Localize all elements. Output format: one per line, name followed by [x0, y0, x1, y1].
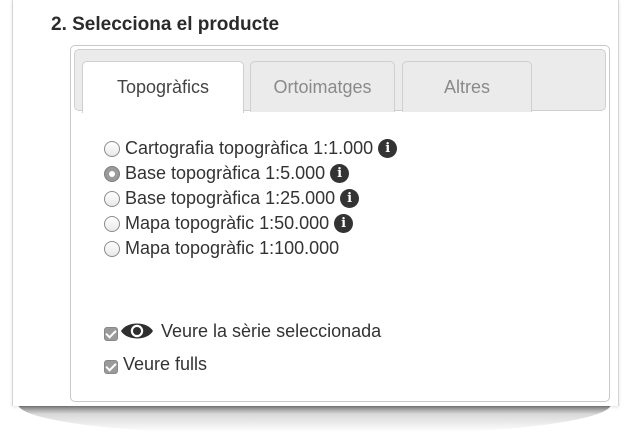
tab-altres[interactable]: Altres — [402, 61, 532, 112]
product-option-100000[interactable]: Mapa topogràfic 1:100.000 — [104, 236, 397, 261]
eye-icon — [121, 323, 153, 339]
product-label: Cartografia topogràfica 1:1.000 — [125, 138, 374, 158]
product-radio-group: Cartografia topogràfica 1:1.000 i Base t… — [104, 136, 398, 261]
tab-topografics[interactable]: Topogràfics — [82, 61, 244, 113]
product-option-50000[interactable]: Mapa topogràfic 1:50.000 i — [104, 211, 397, 236]
product-option-5000[interactable]: Base topogràfica 1:5.000 i — [104, 161, 397, 186]
view-series-label: Veure la sèrie seleccionada — [161, 320, 382, 341]
page-bottom-shadow — [18, 404, 611, 434]
view-options: Veure la sèrie seleccionada Veure fulls — [104, 314, 381, 379]
tab-strip: Topogràfics Ortoimatges Altres — [74, 49, 606, 113]
view-sheets-checkbox[interactable] — [104, 360, 118, 374]
info-icon[interactable]: i — [378, 139, 398, 158]
product-label: Mapa topogràfic 1:100.000 — [125, 238, 340, 258]
view-series-checkbox[interactable] — [104, 327, 118, 341]
view-sheets-label: Veure fulls — [123, 353, 208, 374]
view-sheets-option[interactable]: Veure fulls — [104, 349, 381, 379]
info-icon[interactable]: i — [340, 189, 360, 208]
product-label: Mapa topogràfic 1:50.000 — [125, 213, 330, 233]
product-option-25000[interactable]: Base topogràfica 1:25.000 i — [104, 186, 397, 211]
product-panel: Topogràfics Ortoimatges Altres Cartograf… — [70, 45, 610, 402]
product-selection-card: 2. Selecciona el producte Topogràfics Or… — [12, 0, 619, 406]
radio-button[interactable] — [104, 140, 120, 157]
tab-ortoimatges[interactable]: Ortoimatges — [250, 61, 395, 112]
product-label: Base topogràfica 1:5.000 — [125, 163, 326, 183]
info-icon[interactable]: i — [330, 164, 350, 183]
radio-button[interactable] — [104, 215, 120, 232]
product-label: Base topogràfica 1:25.000 — [125, 188, 336, 208]
view-series-option[interactable]: Veure la sèrie seleccionada — [104, 314, 381, 348]
product-option-1000[interactable]: Cartografia topogràfica 1:1.000 i — [104, 136, 398, 161]
radio-button[interactable] — [104, 240, 120, 257]
section-title: 2. Selecciona el producte — [51, 14, 280, 35]
radio-button[interactable] — [104, 190, 120, 207]
info-icon[interactable]: i — [334, 214, 354, 233]
radio-button-selected[interactable] — [104, 165, 120, 182]
